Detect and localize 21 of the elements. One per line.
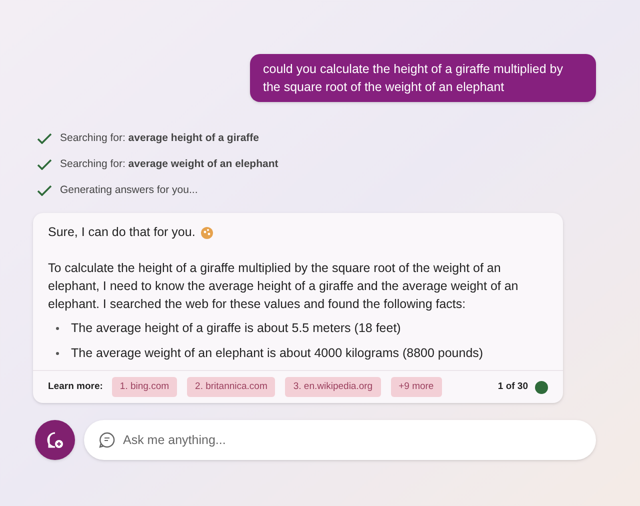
bullet-icon [56,327,59,330]
response-counter: 1 of 30 [498,380,528,394]
answer-paragraph: To calculate the height of a giraffe multiplied by the square root of the weight of an elephant, I need to know the average height of a giraffe and the average weight of an elephant. I searched the web for these values and found the following facts: [48,260,520,313]
learn-more-label: Learn more: [48,380,103,394]
user-message: could you calculate the height of a giraffe multiplied by the square root of the weight of an elephant [250,54,596,102]
emoji-icon [200,226,214,238]
bullet-text: The average height of a giraffe is about 5.5 meters (18 feet) [71,320,401,337]
source-link[interactable]: 2. britannica.com [187,376,276,398]
source-link[interactable]: 1. bing.com [112,376,178,398]
source-link[interactable]: 3. en.wikipedia.org [285,376,381,398]
progress-step: Searching for: average height of a giraffe [60,130,259,146]
progress-step: Searching for: average weight of an elephant [60,156,278,172]
chat-bubble-icon [98,431,116,449]
bullet-text: The average weight of an elephant is about 4000 kilograms (8800 pounds) [71,345,484,362]
source-link[interactable]: +9 more [390,376,442,398]
chat-input-field[interactable]: Ask me anything... [84,420,596,460]
answer-greeting: Sure, I can do that for you. [48,224,196,241]
new-topic-button[interactable] [35,420,75,460]
chat-plus-icon [45,430,65,450]
bullet-icon [56,352,59,355]
progress-step: Generating answers for you... [60,182,198,198]
